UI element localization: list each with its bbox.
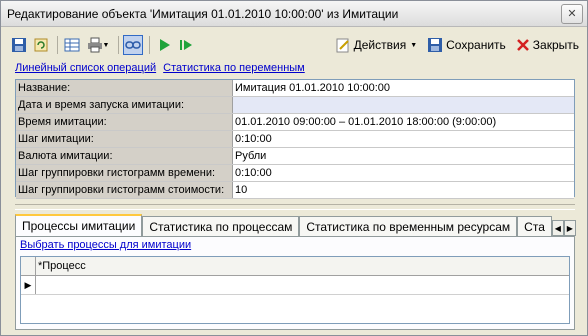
process-column-header[interactable]: *Процесс: [36, 257, 86, 275]
tab-simulation-processes[interactable]: Процессы имитации: [15, 214, 143, 236]
property-row[interactable]: Шаг группировки гистограмм времени: 0:10…: [16, 164, 574, 182]
run-icon-button[interactable]: [154, 35, 174, 55]
property-value[interactable]: 0:10:00: [232, 130, 574, 148]
property-value[interactable]: 10: [232, 181, 574, 199]
process-grid: *Процесс ▶: [20, 256, 570, 324]
link-icon-button[interactable]: [123, 35, 143, 55]
property-row[interactable]: Валюта имитации: Рубли: [16, 147, 574, 165]
properties-grid: Название: Имитация 01.01.2010 10:00:00 Д…: [15, 79, 575, 199]
save-label: Сохранить: [446, 38, 506, 52]
save-icon: [428, 38, 443, 52]
property-row[interactable]: Время имитации: 01.01.2010 09:00:00 – 01…: [16, 113, 574, 131]
tab-panel: Выбрать процессы для имитации *Процесс ▶: [15, 236, 575, 330]
close-label: Закрыть: [532, 38, 579, 52]
property-name: Дата и время запуска имитации:: [16, 96, 233, 114]
property-name: Шаг группировки гистограмм времени:: [16, 164, 233, 182]
property-value[interactable]: [232, 96, 574, 114]
property-value[interactable]: 01.01.2010 09:00:00 – 01.01.2010 18:00:0…: [232, 113, 574, 131]
actions-icon: [336, 38, 349, 53]
toolbar-right: Действия ▼ Сохранить Закрыть: [325, 37, 579, 53]
process-cell[interactable]: [36, 276, 569, 294]
save-icon-button[interactable]: [9, 35, 29, 55]
close-icon: [516, 39, 529, 51]
toolbar: ▼ Действия ▼ Сохранить Закрыть: [9, 32, 579, 58]
editor-window: Редактирование объекта 'Имитация 01.01.2…: [0, 0, 588, 336]
actions-label: Действия: [353, 38, 407, 52]
run-step-icon-button[interactable]: [176, 35, 196, 55]
link-bar: Линейный список операций Статистика по п…: [15, 62, 309, 74]
property-value[interactable]: 0:10:00: [232, 164, 574, 182]
splitter[interactable]: [15, 204, 575, 210]
property-row[interactable]: Шаг имитации: 0:10:00: [16, 130, 574, 148]
toolbar-separator: [118, 36, 119, 54]
variable-stats-link[interactable]: Статистика по переменным: [163, 62, 305, 74]
property-name: Шаг группировки гистограмм стоимости:: [16, 181, 233, 199]
operations-list-link[interactable]: Линейный список операций: [15, 62, 156, 74]
property-name: Шаг имитации:: [16, 130, 233, 148]
close-button[interactable]: Закрыть: [516, 38, 579, 52]
refresh-icon-button[interactable]: [31, 35, 51, 55]
property-row[interactable]: Шаг группировки гистограмм стоимости: 10: [16, 181, 574, 199]
tab-scroll-buttons: ◀ ▶: [551, 220, 576, 236]
property-value[interactable]: Имитация 01.01.2010 10:00:00: [232, 80, 574, 97]
window-close-button[interactable]: ✕: [561, 3, 583, 24]
property-name: Время имитации:: [16, 113, 233, 131]
print-icon-button[interactable]: ▼: [84, 35, 112, 55]
window-title: Редактирование объекта 'Имитация 01.01.2…: [7, 6, 399, 21]
row-marker-icon: ▶: [21, 276, 36, 294]
tab-time-resource-stats[interactable]: Статистика по временным ресурсам: [299, 216, 518, 236]
property-name: Название:: [16, 80, 233, 97]
grid-corner: [21, 257, 36, 275]
property-name: Валюта имитации:: [16, 147, 233, 165]
property-row[interactable]: Название: Имитация 01.01.2010 10:00:00: [16, 80, 574, 97]
table-icon-button[interactable]: [62, 35, 82, 55]
select-processes-link[interactable]: Выбрать процессы для имитации: [20, 239, 191, 251]
tab-scroll-left-button[interactable]: ◀: [551, 220, 564, 236]
tab-scroll-right-button[interactable]: ▶: [563, 220, 576, 236]
property-row[interactable]: Дата и время запуска имитации:: [16, 96, 574, 114]
tab-strip: Процессы имитации Статистика по процесса…: [15, 214, 576, 236]
toolbar-separator: [149, 36, 150, 54]
toolbar-separator: [57, 36, 58, 54]
grid-header: *Процесс: [21, 257, 569, 276]
title-bar: Редактирование объекта 'Имитация 01.01.2…: [1, 1, 587, 27]
table-row[interactable]: ▶: [21, 276, 569, 295]
property-value[interactable]: Рубли: [232, 147, 574, 165]
actions-menu-button[interactable]: Действия ▼: [335, 37, 417, 53]
tab-process-stats[interactable]: Статистика по процессам: [142, 216, 300, 236]
tab-more[interactable]: Ста: [517, 216, 552, 236]
save-button[interactable]: Сохранить: [427, 37, 506, 53]
